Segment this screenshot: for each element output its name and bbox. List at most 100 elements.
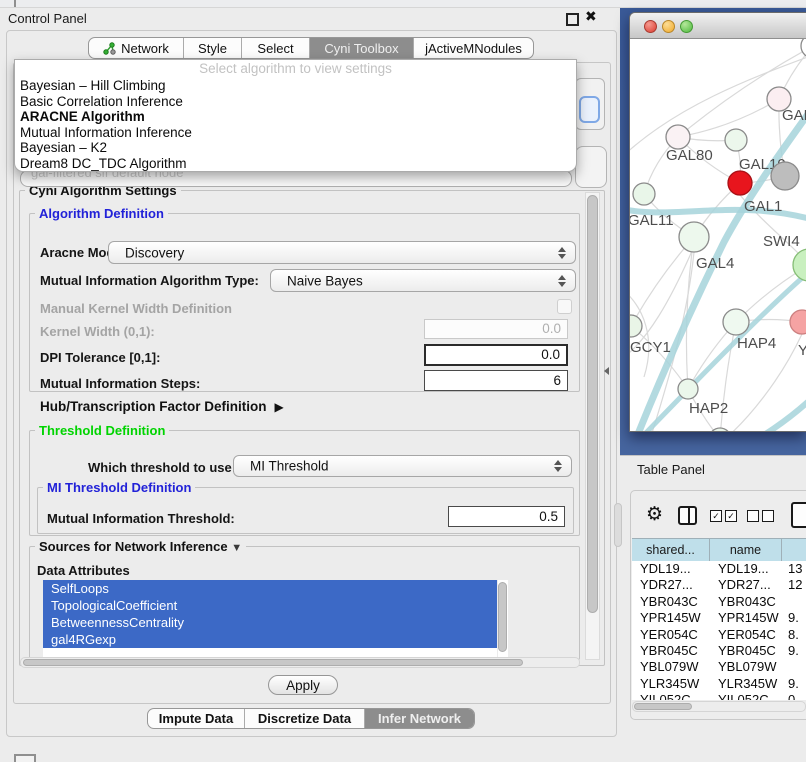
table-row[interactable]: YLR345WYLR345W9.: [632, 676, 806, 692]
data-attribute-item[interactable]: SelfLoops: [43, 580, 497, 597]
close-icon[interactable]: ✖: [585, 8, 597, 25]
tab-impute-data[interactable]: Impute Data: [148, 709, 244, 728]
network-node-label: GAL4: [696, 255, 734, 272]
table-hscrollbar-thumb[interactable]: [634, 703, 692, 710]
mi-type-combobox[interactable]: Naive Bayes: [270, 269, 576, 292]
hub-section-header[interactable]: Hub/Transcription Factor Definition ▶: [40, 399, 284, 414]
float-window-icon[interactable]: [566, 13, 579, 26]
combo-stepper-icon: [558, 247, 566, 259]
network-view-window[interactable]: GALGAL80GAL10GAL1GAL11GAL4SWI4GCY1HAP4YH…: [629, 12, 806, 432]
column-layout-icon[interactable]: [678, 506, 697, 525]
attributes-scrollbar-track[interactable]: [498, 580, 508, 657]
which-threshold-combobox[interactable]: MI Threshold: [233, 455, 572, 477]
deselect-all-checkbox-icon[interactable]: [747, 510, 759, 522]
kernel-width-label: Kernel Width (0,1):: [40, 324, 155, 339]
deselect-all-checkbox-icon-2[interactable]: [762, 510, 774, 522]
kernel-width-field[interactable]: 0.0: [424, 319, 568, 339]
dpi-tolerance-field[interactable]: 0.0: [424, 344, 568, 366]
table-row[interactable]: YER054CYER054C8.: [632, 627, 806, 643]
table-column-header[interactable]: name: [710, 539, 782, 562]
tab-discretize-data[interactable]: Discretize Data: [244, 709, 364, 728]
tab-network[interactable]: Network: [89, 38, 183, 58]
network-node[interactable]: [728, 171, 752, 195]
algorithm-option[interactable]: ARACNE Algorithm: [15, 109, 576, 125]
network-graph[interactable]: GALGAL80GAL10GAL1GAL11GAL4SWI4GCY1HAP4YH…: [630, 39, 806, 432]
close-traffic-light-icon[interactable]: [644, 20, 657, 33]
splitpane-collapse-icon[interactable]: [604, 367, 609, 375]
table-row[interactable]: YDL19...YDL19...13: [632, 561, 806, 577]
select-all-checkbox-icon-2[interactable]: ✓: [725, 510, 737, 522]
settings-hscrollbar-thumb[interactable]: [23, 659, 523, 666]
data-attributes-list[interactable]: SelfLoopsTopologicalCoefficientBetweenne…: [43, 580, 497, 657]
network-node[interactable]: [723, 309, 749, 335]
network-column-combobox[interactable]: gal-filtered sif default node: [20, 170, 572, 187]
file-icon[interactable]: [791, 502, 806, 528]
table-cell: 12: [782, 577, 806, 593]
apply-button[interactable]: Apply: [268, 675, 338, 695]
table-row[interactable]: YIL052CYIL052C0.: [632, 692, 806, 700]
network-node[interactable]: [793, 249, 806, 281]
table-row[interactable]: YBR043CYBR043C: [632, 594, 806, 610]
data-attribute-item[interactable]: TopologicalCoefficient: [43, 597, 497, 614]
manual-kernel-checkbox[interactable]: [557, 299, 572, 314]
table-cell: YLR345W: [632, 676, 710, 692]
sources-group-title[interactable]: Sources for Network Inference ▼: [35, 539, 246, 554]
focused-spinner-button[interactable]: [579, 96, 600, 123]
tab-style[interactable]: Style: [183, 38, 241, 58]
select-all-checkbox-icon[interactable]: ✓: [710, 510, 722, 522]
attributes-scrollbar-thumb[interactable]: [498, 582, 507, 652]
tab-infer-network[interactable]: Infer Network: [364, 709, 474, 728]
algorithm-option[interactable]: Dream8 DC_TDC Algorithm: [15, 156, 576, 172]
network-node[interactable]: [725, 129, 747, 151]
table-cell: YDR27...: [710, 577, 782, 593]
gear-icon[interactable]: ⚙: [646, 505, 663, 524]
algorithm-option[interactable]: Basic Correlation Inference: [15, 94, 576, 110]
network-node-label: GAL11: [630, 212, 674, 229]
algorithm-option[interactable]: Bayesian – K2: [15, 140, 576, 156]
tab-select[interactable]: Select: [241, 38, 309, 58]
mini-scrollbar-thumb[interactable]: [614, 503, 622, 547]
table-cell: [782, 594, 806, 610]
table-cell: 13: [782, 561, 806, 577]
table-cell: YER054C: [710, 627, 782, 643]
zoom-traffic-light-icon[interactable]: [680, 20, 693, 33]
table-panel-top-border: [620, 455, 806, 456]
network-node-label: HAP4: [737, 335, 776, 352]
tab-select-label: Select: [257, 41, 293, 56]
aracne-mode-combobox[interactable]: Discovery: [108, 241, 576, 264]
network-node[interactable]: [633, 183, 655, 205]
mi-steps-field[interactable]: 6: [424, 370, 568, 391]
table-column-header[interactable]: [782, 539, 806, 562]
mi-threshold-field[interactable]: 0.5: [448, 506, 565, 527]
table-cell: 0.: [782, 692, 806, 700]
algorithm-option[interactable]: Mutual Information Inference: [15, 125, 576, 141]
table-column-header[interactable]: shared...: [632, 539, 710, 562]
settings-scrollbar-thumb[interactable]: [587, 195, 598, 613]
network-window-titlebar[interactable]: [630, 13, 806, 39]
table-row[interactable]: YBR045CYBR045C9.: [632, 643, 806, 659]
network-node[interactable]: [666, 125, 690, 149]
data-attribute-item[interactable]: BetweennessCentrality: [43, 614, 497, 631]
table-row[interactable]: YDR27...YDR27...12: [632, 577, 806, 593]
network-node[interactable]: [790, 310, 806, 334]
tab-cyni-toolbox[interactable]: Cyni Toolbox: [309, 38, 413, 58]
table-cell: YDR27...: [632, 577, 710, 593]
network-node[interactable]: [801, 39, 806, 58]
table-row[interactable]: YBL079WYBL079W: [632, 659, 806, 675]
hub-section-label: Hub/Transcription Factor Definition: [40, 399, 267, 414]
algorithm-option[interactable]: Bayesian – Hill Climbing: [15, 78, 576, 94]
network-node[interactable]: [679, 222, 709, 252]
table-cell: 9.: [782, 610, 806, 626]
network-canvas[interactable]: GALGAL80GAL10GAL1GAL11GAL4SWI4GCY1HAP4YH…: [630, 39, 806, 432]
minimize-traffic-light-icon[interactable]: [662, 20, 675, 33]
table-row[interactable]: YPR145WYPR145W9.: [632, 610, 806, 626]
tab-jactivemnodules[interactable]: jActiveMNodules: [413, 38, 533, 58]
which-threshold-label: Which threshold to use:: [88, 460, 236, 475]
table-header-row: shared...name: [632, 538, 806, 562]
table-cell: YIL052C: [710, 692, 782, 700]
table-cell: YBR043C: [632, 594, 710, 610]
top-strip: [0, 0, 806, 8]
data-attribute-item[interactable]: gal4RGexp: [43, 631, 497, 648]
network-node[interactable]: [771, 162, 799, 190]
network-node[interactable]: [678, 379, 698, 399]
